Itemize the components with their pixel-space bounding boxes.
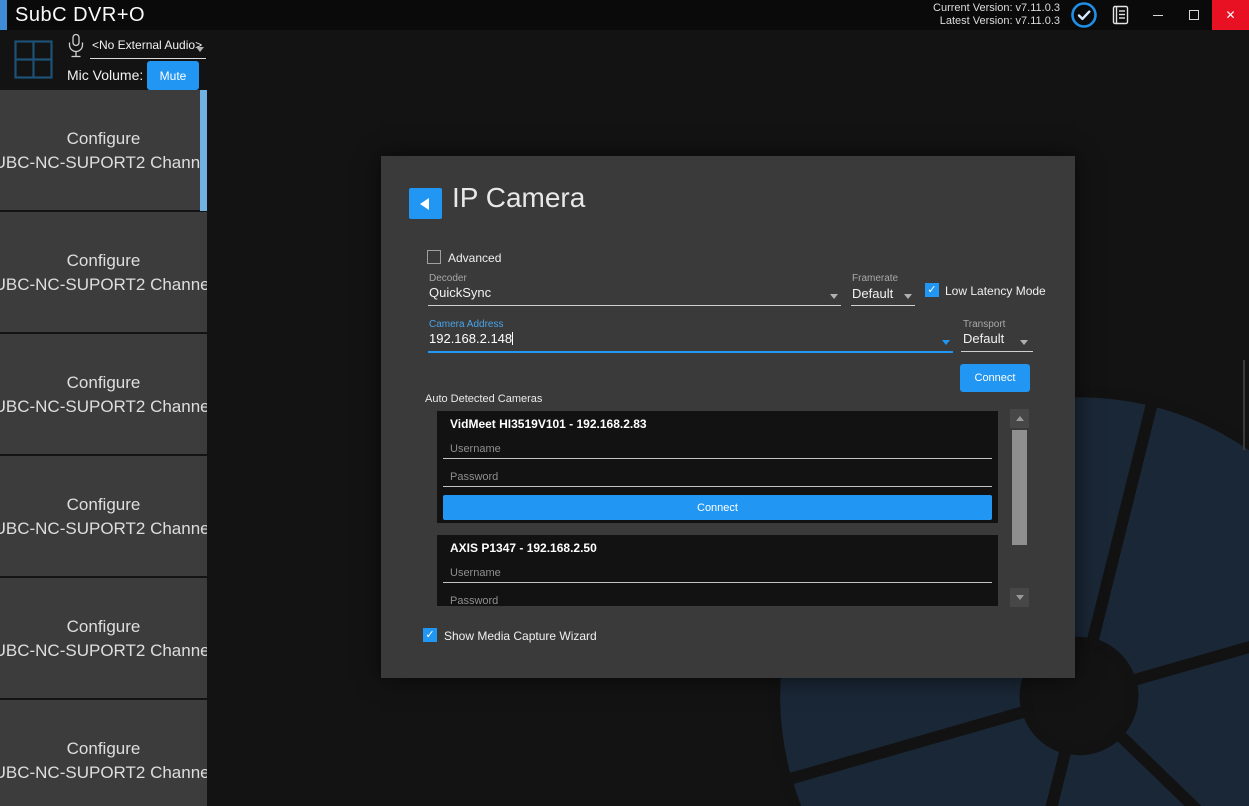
channel-tile[interactable]: Configure UBC-NC-SUPORT2 Channel (0, 90, 207, 210)
tile-line1: Configure (67, 129, 141, 148)
media-capture-wizard-checkbox[interactable]: ✓ (423, 628, 437, 642)
framerate-chevron-icon[interactable] (904, 294, 912, 299)
dialog-title: IP Camera (452, 182, 585, 214)
scroll-up-button[interactable] (1010, 409, 1029, 428)
tile-line2: UBC-NC-SUPORT2 Channel (0, 397, 207, 416)
current-version: Current Version: v7.11.0.3 (933, 2, 1060, 15)
media-capture-wizard-label: Show Media Capture Wizard (444, 629, 597, 643)
decoder-label: Decoder (429, 273, 467, 284)
update-status-icon[interactable] (1068, 0, 1100, 30)
close-icon: ✕ (1225, 8, 1235, 22)
low-latency-checkbox[interactable]: ✓ (925, 283, 939, 297)
framerate-dropdown[interactable]: Default (852, 286, 893, 301)
framerate-label: Framerate (852, 273, 898, 284)
back-arrow-icon (420, 198, 429, 210)
decoder-dropdown[interactable]: QuickSync (429, 285, 491, 300)
audio-device-dropdown[interactable]: <No External Audio> (92, 38, 202, 52)
camera-username-input[interactable] (443, 563, 992, 583)
tile-line1: Configure (67, 617, 141, 636)
advanced-checkbox[interactable] (427, 250, 441, 264)
tile-line2: UBC-NC-SUPORT2 Channel (0, 153, 207, 172)
camera-card: VidMeet HI3519V101 - 192.168.2.83 Connec… (437, 411, 998, 523)
camera-address-underline (428, 351, 953, 353)
app-title: SubC DVR+O (15, 0, 145, 30)
camera-card-title: VidMeet HI3519V101 - 192.168.2.83 (450, 417, 647, 431)
camera-password-input[interactable] (443, 467, 992, 487)
transport-chevron-icon[interactable] (1020, 340, 1028, 345)
camera-password-input[interactable] (443, 591, 992, 606)
close-button[interactable]: ✕ (1212, 0, 1249, 30)
camera-card: AXIS P1347 - 192.168.2.50 (437, 535, 998, 606)
camera-address-label: Camera Address (429, 319, 503, 330)
layout-grid-icon[interactable] (14, 40, 53, 84)
arrow-down-icon (1016, 595, 1024, 600)
version-info: Current Version: v7.11.0.3 Latest Versio… (933, 2, 1060, 28)
decoder-underline (428, 305, 841, 306)
camera-connect-button[interactable]: Connect (443, 495, 992, 520)
framerate-underline (851, 305, 915, 306)
low-latency-label: Low Latency Mode (945, 284, 1046, 298)
back-button[interactable] (409, 188, 442, 219)
tile-line2: UBC-NC-SUPORT2 Channel (0, 763, 207, 782)
channel-tile[interactable]: Configure UBC-NC-SUPORT2 Channel (0, 334, 207, 454)
tile-line1: Configure (67, 251, 141, 270)
latest-version: Latest Version: v7.11.0.3 (933, 15, 1060, 28)
tile-line1: Configure (67, 495, 141, 514)
camera-username-input[interactable] (443, 439, 992, 459)
channel-tile[interactable]: Configure UBC-NC-SUPORT2 Channel (0, 700, 207, 806)
titlebar-accent-bar (0, 0, 7, 30)
chevron-down-icon[interactable] (196, 47, 204, 52)
arrow-up-icon (1016, 416, 1024, 421)
header-strip: <No External Audio> Mic Volume: 10 Mute (0, 30, 1249, 90)
tile-line1: Configure (67, 739, 141, 758)
channel-tile[interactable]: Configure UBC-NC-SUPORT2 Channel (0, 456, 207, 576)
tile-line1: Configure (67, 373, 141, 392)
tile-line2: UBC-NC-SUPORT2 Channel (0, 641, 207, 660)
tile-line2: UBC-NC-SUPORT2 Channel (0, 519, 207, 538)
scroll-down-button[interactable] (1010, 588, 1029, 607)
camera-address-value: 192.168.2.148 (429, 331, 512, 346)
advanced-label: Advanced (448, 251, 501, 265)
channel-sidebar: Configure UBC-NC-SUPORT2 Channel Configu… (0, 90, 208, 806)
connect-button[interactable]: Connect (960, 364, 1030, 392)
decoder-chevron-icon[interactable] (830, 294, 838, 299)
title-bar: SubC DVR+O Current Version: v7.11.0.3 La… (0, 0, 1249, 30)
microphone-icon (66, 33, 86, 65)
app-window: SubC DVR+O Current Version: v7.11.0.3 La… (0, 0, 1249, 806)
maximize-button[interactable] (1176, 0, 1212, 30)
tile-line2: UBC-NC-SUPORT2 Channel (0, 275, 207, 294)
sidebar-scrollbar-thumb[interactable] (200, 90, 207, 211)
minimize-button[interactable] (1140, 0, 1176, 30)
camera-address-chevron-icon[interactable] (942, 340, 950, 345)
text-caret (512, 332, 513, 345)
transport-label: Transport (963, 319, 1005, 330)
ip-camera-dialog: IP Camera Advanced Decoder QuickSync Fra… (381, 156, 1075, 678)
auto-detected-camera-list: VidMeet HI3519V101 - 192.168.2.83 Connec… (435, 409, 1000, 607)
window-right-scrollbar[interactable] (1243, 360, 1245, 450)
camera-card-title: AXIS P1347 - 192.168.2.50 (450, 541, 597, 555)
transport-dropdown[interactable]: Default (963, 331, 1004, 346)
transport-underline (961, 351, 1033, 352)
channel-tile[interactable]: Configure UBC-NC-SUPORT2 Channel (0, 212, 207, 332)
minimize-icon (1153, 15, 1163, 16)
audio-dropdown-underline (90, 58, 206, 59)
camera-address-input[interactable]: 192.168.2.148 (429, 331, 513, 346)
auto-detected-label: Auto Detected Cameras (425, 393, 542, 405)
mute-button[interactable]: Mute (147, 61, 199, 90)
camera-list-scrollbar-thumb[interactable] (1012, 430, 1027, 545)
maximize-icon (1189, 10, 1199, 20)
channel-tile[interactable]: Configure UBC-NC-SUPORT2 Channel (0, 578, 207, 698)
log-book-icon[interactable] (1104, 0, 1136, 30)
camera-list-scrollbar (1010, 409, 1029, 607)
